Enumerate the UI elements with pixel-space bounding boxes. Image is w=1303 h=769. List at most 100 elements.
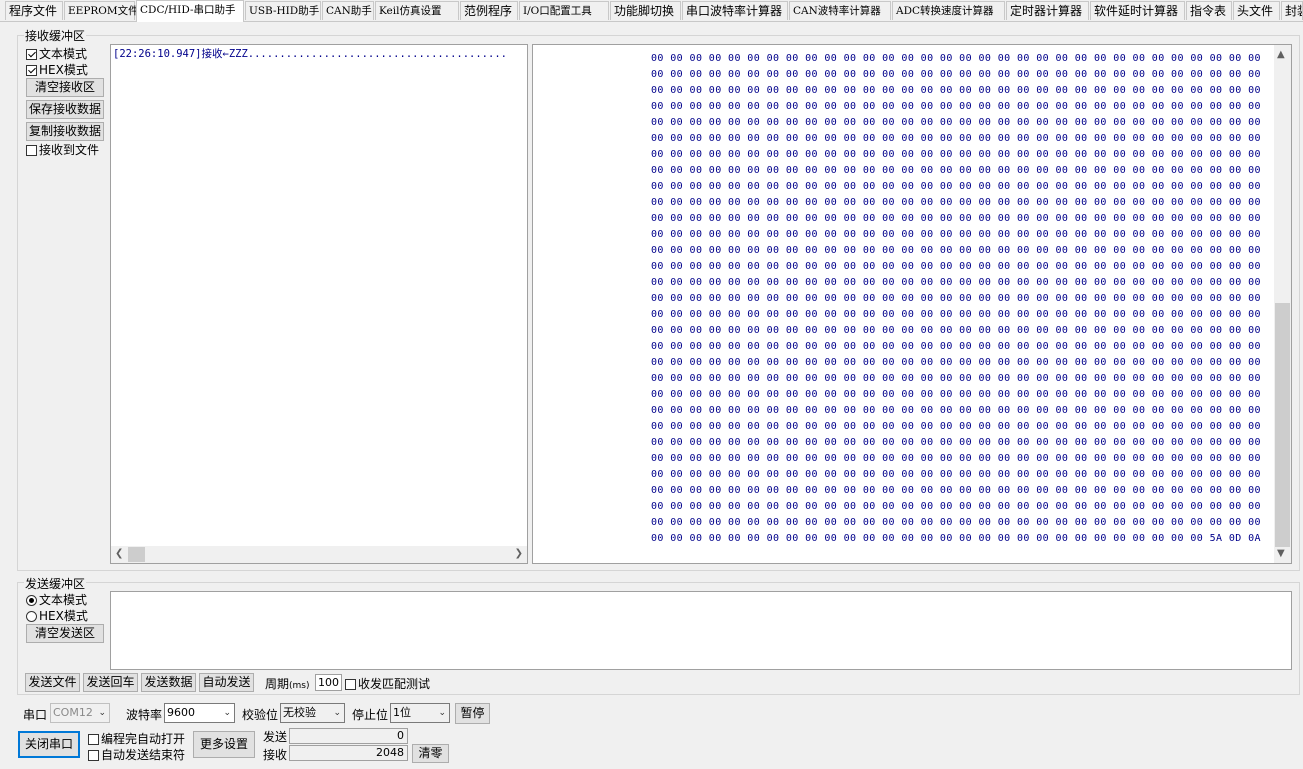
close-port-button[interactable]: 关闭串口 (18, 731, 80, 758)
tab-cdc-hid-serial[interactable]: CDC/HID-串口助手 (136, 0, 244, 22)
receive-hex-panel[interactable]: 00 00 00 00 00 00 00 00 00 00 00 00 00 0… (532, 44, 1292, 564)
hex-row: 00 00 00 00 00 00 00 00 00 00 00 00 00 0… (651, 309, 1261, 320)
tab-eeprom-file[interactable]: EEPROM文件 (64, 1, 139, 20)
checkbox[interactable] (345, 679, 356, 690)
tab-label: 定时器计算器 (1010, 4, 1083, 18)
hex-row: 00 00 00 00 00 00 00 00 00 00 00 00 00 0… (651, 325, 1261, 336)
receive-hex-mode-option[interactable]: HEX模式 (26, 61, 88, 78)
checkbox[interactable] (26, 145, 37, 156)
tab-keil-sim[interactable]: Keil仿真设置 (375, 1, 459, 20)
tab-examples[interactable]: 范例程序 (460, 1, 518, 20)
option-label: 自动发送结束符 (101, 748, 186, 762)
match-test-option[interactable]: 收发匹配测试 (345, 675, 430, 692)
baud-value: 9600 (167, 706, 195, 719)
scroll-thumb[interactable] (128, 547, 145, 562)
tab-can-helper[interactable]: CAN助手 (322, 1, 374, 20)
recv-label: 接收 (263, 748, 288, 762)
receive-group-label: 接收缓冲区 (24, 27, 87, 44)
clear-receive-button[interactable]: 清空接收区 (26, 78, 104, 97)
hex-row: 00 00 00 00 00 00 00 00 00 00 00 00 00 0… (651, 421, 1261, 432)
tab-delay-calc[interactable]: 软件延时计算器 (1090, 1, 1185, 20)
hex-row: 00 00 00 00 00 00 00 00 00 00 00 00 00 0… (651, 213, 1261, 224)
checkbox[interactable] (88, 750, 99, 761)
tab-io-config[interactable]: I/O口配置工具 (519, 1, 609, 20)
hex-row: 00 00 00 00 00 00 00 00 00 00 00 00 00 0… (651, 341, 1261, 352)
hex-row: 00 00 00 00 00 00 00 00 00 00 00 00 00 0… (651, 101, 1261, 112)
tab-usb-hid[interactable]: USB-HID助手 (245, 1, 321, 20)
tab-header-file[interactable]: 头文件 (1233, 1, 1280, 20)
period-input[interactable]: 100 (315, 674, 342, 691)
option-label: 收发匹配测试 (358, 677, 431, 691)
tab-adc-speed-calc[interactable]: ADC转换速度计算器 (892, 1, 1005, 20)
vertical-scrollbar[interactable]: ▲ ▼ (1274, 45, 1291, 563)
hex-row: 00 00 00 00 00 00 00 00 00 00 00 00 00 0… (651, 261, 1261, 272)
pause-button[interactable]: 暂停 (455, 703, 490, 724)
tab-package[interactable]: 封装 (1281, 1, 1303, 20)
hex-row: 00 00 00 00 00 00 00 00 00 00 00 00 00 0… (651, 533, 1261, 544)
sent-label: 发送 (263, 730, 288, 744)
parity-select[interactable]: 无校验 ⌄ (280, 703, 345, 723)
hex-row: 00 00 00 00 00 00 00 00 00 00 00 00 00 0… (651, 277, 1261, 288)
hex-row: 00 00 00 00 00 00 00 00 00 00 00 00 00 0… (651, 469, 1261, 480)
scroll-down-icon[interactable]: ▼ (1277, 549, 1285, 559)
option-label: HEX模式 (39, 609, 88, 623)
send-file-button[interactable]: 发送文件 (25, 673, 80, 692)
chevron-down-icon: ⌄ (438, 708, 446, 718)
horizontal-scrollbar[interactable]: ❮ ❯ (111, 546, 527, 563)
tab-timer-calc[interactable]: 定时器计算器 (1006, 1, 1089, 20)
checkbox[interactable] (26, 49, 37, 60)
scroll-right-icon[interactable]: ❯ (515, 549, 523, 559)
tab-label: ADC转换速度计算器 (896, 5, 994, 17)
hex-row: 00 00 00 00 00 00 00 00 00 00 00 00 00 0… (651, 293, 1261, 304)
radio[interactable] (26, 595, 37, 606)
chevron-down-icon: ⌄ (98, 708, 106, 718)
tab-pin-switch[interactable]: 功能脚切换 (610, 1, 681, 20)
hex-row: 00 00 00 00 00 00 00 00 00 00 00 00 00 0… (651, 229, 1261, 240)
send-text-mode-option[interactable]: 文本模式 (26, 591, 87, 608)
clear-send-button[interactable]: 清空发送区 (26, 624, 104, 643)
scroll-left-icon[interactable]: ❮ (115, 549, 123, 559)
period-unit: (ms) (289, 681, 310, 691)
receive-text-line: [22:26:10.947]接收←ZZZ....................… (113, 48, 507, 60)
auto-open-option[interactable]: 编程完自动打开 (88, 730, 185, 747)
checkbox[interactable] (88, 734, 99, 745)
tab-can-baud-calc[interactable]: CAN波特率计算器 (789, 1, 891, 20)
receive-text-mode-option[interactable]: 文本模式 (26, 45, 87, 62)
auto-send-end-option[interactable]: 自动发送结束符 (88, 746, 185, 763)
send-hex-mode-option[interactable]: HEX模式 (26, 607, 88, 624)
parity-value: 无校验 (283, 706, 316, 719)
receive-to-file-option[interactable]: 接收到文件 (26, 141, 99, 158)
auto-send-button[interactable]: 自动发送 (199, 673, 254, 692)
parity-label: 校验位 (242, 708, 279, 722)
receive-text-panel[interactable]: [22:26:10.947]接收←ZZZ....................… (110, 44, 528, 564)
radio[interactable] (26, 611, 37, 622)
baud-select[interactable]: 9600 ⌄ (164, 703, 235, 723)
scroll-thumb[interactable] (1275, 303, 1290, 547)
hex-row: 00 00 00 00 00 00 00 00 00 00 00 00 00 0… (651, 197, 1261, 208)
reset-counts-button[interactable]: 清零 (412, 744, 449, 763)
port-select[interactable]: COM12 ⌄ (50, 703, 110, 723)
tab-label: 串口波特率计算器 (686, 4, 783, 18)
tab-program-file[interactable]: 程序文件 (5, 1, 63, 20)
stop-bits-label: 停止位 (352, 708, 389, 722)
send-return-button[interactable]: 发送回车 (83, 673, 138, 692)
tab-label: Keil仿真设置 (379, 5, 442, 17)
stop-bits-select[interactable]: 1位 ⌄ (390, 703, 450, 723)
copy-receive-button[interactable]: 复制接收数据 (26, 122, 104, 141)
hex-row: 00 00 00 00 00 00 00 00 00 00 00 00 00 0… (651, 149, 1261, 160)
tab-label: 指令表 (1190, 4, 1227, 18)
hex-row: 00 00 00 00 00 00 00 00 00 00 00 00 00 0… (651, 69, 1261, 80)
more-settings-button[interactable]: 更多设置 (193, 731, 255, 758)
tab-instruction-table[interactable]: 指令表 (1186, 1, 1232, 20)
checkbox[interactable] (26, 65, 37, 76)
option-label: 接收到文件 (39, 143, 100, 157)
save-receive-button[interactable]: 保存接收数据 (26, 100, 104, 119)
send-data-button[interactable]: 发送数据 (141, 673, 196, 692)
hex-row: 00 00 00 00 00 00 00 00 00 00 00 00 00 0… (651, 485, 1261, 496)
send-text-area[interactable] (110, 591, 1292, 670)
scroll-up-icon[interactable]: ▲ (1277, 50, 1285, 60)
hex-row: 00 00 00 00 00 00 00 00 00 00 00 00 00 0… (651, 85, 1261, 96)
option-label: 编程完自动打开 (101, 732, 186, 746)
tab-bar: 程序文件 EEPROM文件 CDC/HID-串口助手 USB-HID助手 CAN… (0, 0, 1303, 22)
tab-uart-baud-calc[interactable]: 串口波特率计算器 (682, 1, 788, 20)
